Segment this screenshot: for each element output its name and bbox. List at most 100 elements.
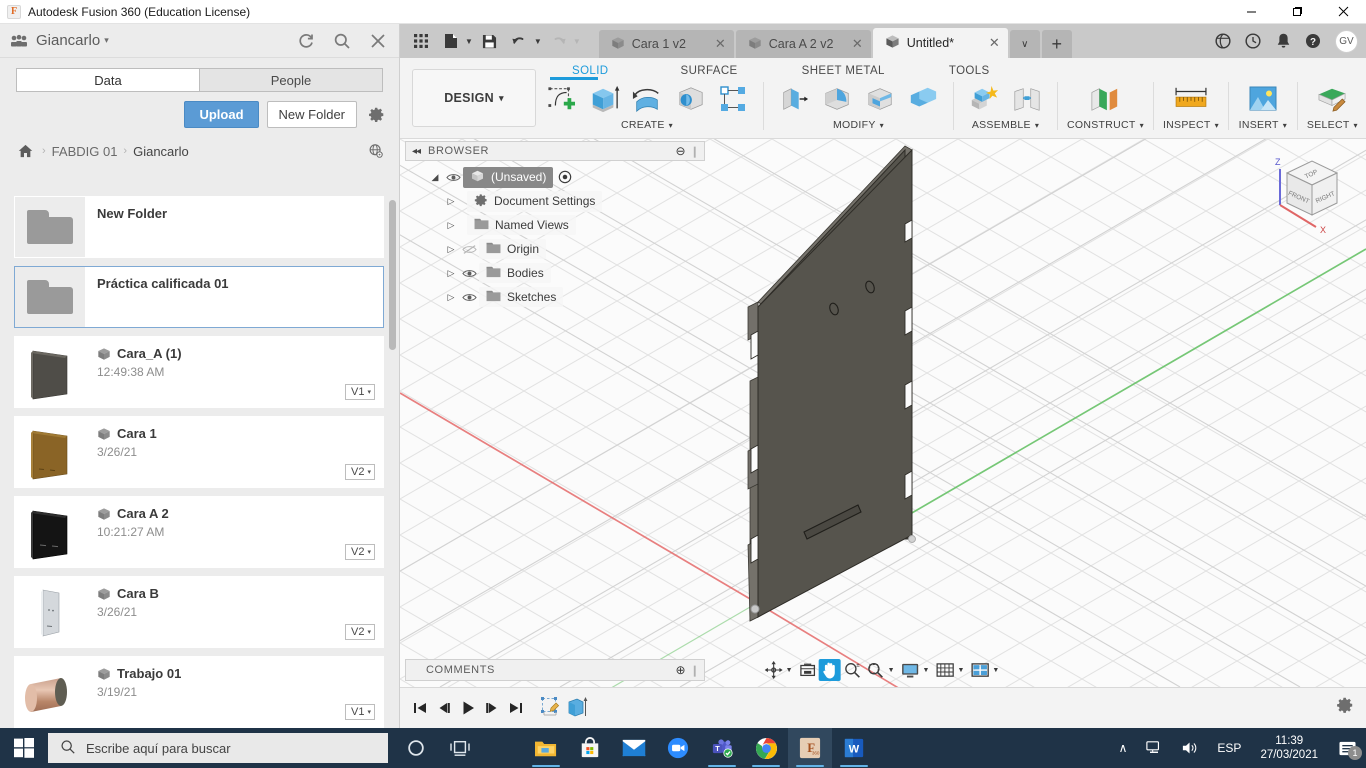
press-pull-button[interactable] bbox=[773, 80, 815, 118]
minimize-panel-icon[interactable]: ⊖ bbox=[676, 144, 687, 158]
home-icon[interactable] bbox=[14, 140, 36, 162]
rectangular-pattern-button[interactable] bbox=[712, 80, 754, 118]
save-icon[interactable] bbox=[477, 28, 503, 54]
pan-button[interactable] bbox=[819, 659, 841, 681]
data-panel-scrollbar[interactable] bbox=[389, 200, 396, 748]
hole-button[interactable] bbox=[669, 80, 711, 118]
taskbar-teams[interactable]: T bbox=[700, 728, 744, 768]
browser-node-bodies[interactable]: ▷ Bodies bbox=[405, 261, 705, 285]
combine-button[interactable] bbox=[902, 80, 944, 118]
taskbar-chrome[interactable] bbox=[744, 728, 788, 768]
chevron-down-icon[interactable]: ▼ bbox=[573, 37, 581, 46]
redo-icon[interactable] bbox=[546, 28, 572, 54]
new-tab-button[interactable]: + bbox=[1042, 30, 1072, 58]
data-items-list[interactable]: New Folder Práctica calificada 01 bbox=[0, 196, 400, 752]
browser-node-unsaved[interactable]: ◢ (Unsaved) bbox=[405, 165, 705, 189]
refresh-icon[interactable] bbox=[295, 30, 317, 52]
tray-expand-button[interactable]: ∧ bbox=[1110, 728, 1137, 768]
list-item[interactable]: Trabajo 01 3/19/21 V1 ▾ bbox=[14, 656, 384, 728]
viewports-button[interactable] bbox=[968, 659, 991, 681]
visibility-eye-icon[interactable] bbox=[443, 172, 463, 183]
extrude-button[interactable] bbox=[583, 80, 625, 118]
zoom-button[interactable]: ± bbox=[841, 659, 864, 681]
breadcrumb-item-project[interactable]: FABDIG 01 bbox=[52, 144, 118, 159]
list-item[interactable]: New Folder bbox=[14, 196, 384, 258]
version-badge[interactable]: V2 ▾ bbox=[345, 624, 375, 640]
hub-name[interactable]: Giancarlo bbox=[36, 32, 100, 49]
comments-panel[interactable]: COMMENTS ⊕ ❙ bbox=[405, 659, 705, 681]
chevron-down-icon[interactable]: ▾ bbox=[1140, 121, 1144, 130]
zoom-window-button[interactable] bbox=[864, 659, 887, 681]
new-file-icon[interactable] bbox=[438, 28, 464, 54]
chevron-down-icon[interactable]: ▼ bbox=[922, 667, 934, 674]
document-tab-untitled[interactable]: Untitled* ✕ bbox=[873, 28, 1008, 58]
look-at-button[interactable] bbox=[797, 659, 819, 681]
maximize-button[interactable] bbox=[1274, 0, 1320, 24]
insert-decal-button[interactable] bbox=[1238, 80, 1288, 118]
task-view-button[interactable] bbox=[438, 728, 482, 768]
chevron-down-icon[interactable]: ▾ bbox=[104, 35, 109, 46]
joint-button[interactable] bbox=[1006, 80, 1048, 118]
chevron-down-icon[interactable]: ▼ bbox=[465, 37, 473, 46]
timeline-settings-button[interactable] bbox=[1336, 696, 1354, 717]
close-icon[interactable]: ✕ bbox=[846, 36, 863, 52]
taskbar-fusion360[interactable]: F360 bbox=[788, 728, 832, 768]
search-icon[interactable] bbox=[331, 30, 353, 52]
breadcrumb-item-folder[interactable]: Giancarlo bbox=[133, 144, 189, 159]
expand-arrow-icon[interactable]: ▷ bbox=[443, 268, 459, 279]
close-icon[interactable]: ✕ bbox=[709, 36, 726, 52]
timeline-step-forward-button[interactable] bbox=[480, 695, 504, 721]
visibility-eye-icon[interactable] bbox=[459, 292, 479, 303]
taskbar-microsoft-store[interactable] bbox=[568, 728, 612, 768]
undo-icon[interactable] bbox=[507, 28, 533, 54]
workspace-switcher[interactable]: DESIGN ▾ bbox=[412, 69, 536, 127]
taskbar-word[interactable]: W bbox=[832, 728, 876, 768]
expand-arrow-icon[interactable]: ▷ bbox=[443, 244, 459, 255]
fillet-button[interactable] bbox=[816, 80, 858, 118]
windows-start-icon[interactable] bbox=[0, 728, 48, 768]
taskbar-zoom[interactable] bbox=[656, 728, 700, 768]
chevron-down-icon[interactable]: ▼ bbox=[991, 667, 1003, 674]
browser-node-origin[interactable]: ▷ Origin bbox=[405, 237, 705, 261]
visibility-eye-icon[interactable] bbox=[459, 268, 479, 279]
browser-node-named-views[interactable]: ▷ Named Views bbox=[405, 213, 705, 237]
action-center-icon[interactable]: 1 bbox=[1328, 728, 1366, 768]
new-folder-button[interactable]: New Folder bbox=[267, 101, 357, 128]
timeline-feature-sketch[interactable] bbox=[538, 694, 564, 722]
chevron-down-icon[interactable]: ▾ bbox=[1283, 121, 1287, 130]
list-item[interactable]: Cara A 2 10:21:27 AM V2 ▾ bbox=[14, 496, 384, 568]
chevron-down-icon[interactable]: ▼ bbox=[534, 37, 542, 46]
tab-overflow-button[interactable]: ∨ bbox=[1010, 30, 1040, 58]
expand-arrow-icon[interactable]: ▷ bbox=[443, 220, 459, 231]
close-button[interactable] bbox=[1320, 0, 1366, 24]
chevron-down-icon[interactable]: ▾ bbox=[669, 121, 673, 130]
visibility-eye-off-icon[interactable] bbox=[459, 244, 479, 255]
timeline-step-back-button[interactable] bbox=[432, 695, 456, 721]
list-item[interactable]: Cara 1 3/26/21 V2 ▾ bbox=[14, 416, 384, 488]
bell-icon[interactable] bbox=[1269, 27, 1297, 55]
version-badge[interactable]: V2 ▾ bbox=[345, 544, 375, 560]
document-tab-cara-1[interactable]: Cara 1 v2 ✕ bbox=[599, 30, 734, 58]
list-item[interactable]: Cara B 3/26/21 V2 ▾ bbox=[14, 576, 384, 648]
version-badge[interactable]: V2 ▾ bbox=[345, 464, 375, 480]
orbit-button[interactable] bbox=[763, 659, 785, 681]
tab-data[interactable]: Data bbox=[16, 68, 199, 92]
shell-button[interactable] bbox=[859, 80, 901, 118]
display-settings-button[interactable] bbox=[899, 659, 922, 681]
avatar[interactable]: GV bbox=[1335, 30, 1358, 53]
viewport-3d[interactable]: ◂◂ BROWSER ⊖ ❙ ◢ (Uns bbox=[400, 139, 1366, 687]
timeline-end-button[interactable] bbox=[504, 695, 528, 721]
select-button[interactable] bbox=[1307, 80, 1357, 118]
clock[interactable]: 11:39 27/03/2021 bbox=[1250, 734, 1328, 762]
offset-plane-button[interactable] bbox=[1079, 80, 1131, 118]
panel-grip[interactable]: ❙ bbox=[690, 145, 700, 158]
radio-target-icon[interactable] bbox=[558, 170, 572, 184]
globe-share-icon[interactable] bbox=[365, 140, 387, 162]
close-icon[interactable]: ✕ bbox=[983, 35, 1000, 51]
ribbon-tab-surface[interactable]: SURFACE bbox=[667, 61, 752, 80]
chevron-down-icon[interactable]: ▾ bbox=[1035, 121, 1039, 130]
browser-node-document-settings[interactable]: ▷ Document Settings bbox=[405, 189, 705, 213]
ribbon-tab-sheet-metal[interactable]: SHEET METAL bbox=[788, 61, 899, 80]
timeline-play-button[interactable] bbox=[456, 695, 480, 721]
chevron-down-icon[interactable]: ▾ bbox=[880, 121, 884, 130]
